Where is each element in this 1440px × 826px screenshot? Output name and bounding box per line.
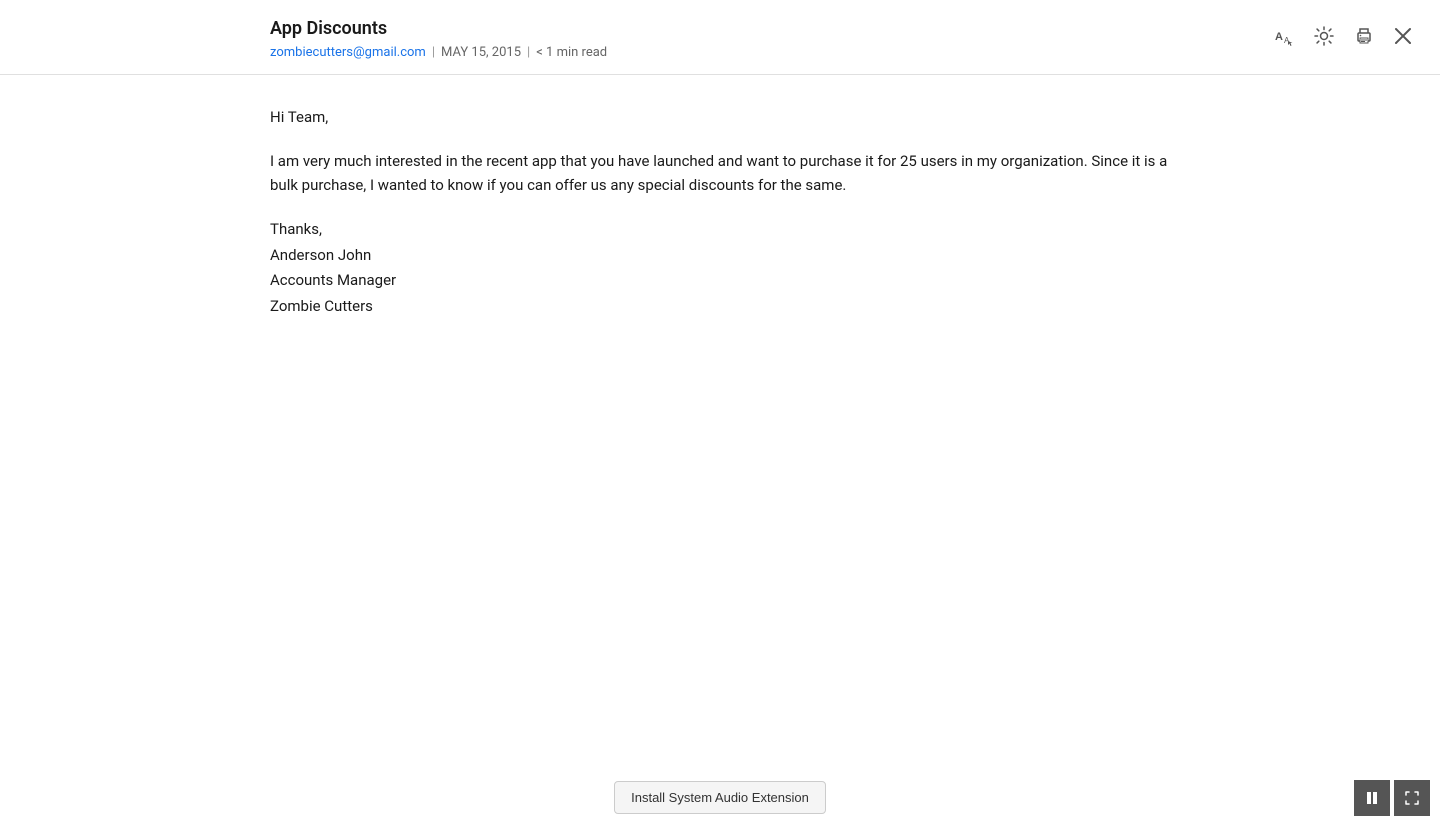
- signature-title: Accounts Manager: [270, 268, 1170, 294]
- email-viewer: App Discounts zombiecutters@gmail.com | …: [0, 0, 1440, 826]
- signature-name: Anderson John: [270, 243, 1170, 269]
- brightness-button[interactable]: [1310, 22, 1338, 50]
- signature-company: Zombie Cutters: [270, 294, 1170, 320]
- install-system-audio-button[interactable]: Install System Audio Extension: [614, 781, 826, 814]
- pause-icon: [1364, 790, 1380, 806]
- print-button[interactable]: [1350, 22, 1378, 50]
- read-time: < 1 min read: [536, 45, 607, 60]
- email-paragraph1: I am very much interested in the recent …: [270, 149, 1170, 197]
- meta-separator2: |: [527, 45, 530, 60]
- email-meta: zombiecutters@gmail.com | MAY 15, 2015 |…: [270, 45, 607, 60]
- email-date: MAY 15, 2015: [441, 45, 521, 60]
- fullscreen-button[interactable]: [1394, 780, 1430, 816]
- email-signature: Thanks, Anderson John Accounts Manager Z…: [270, 217, 1170, 319]
- email-header: App Discounts zombiecutters@gmail.com | …: [0, 0, 1440, 75]
- print-icon: [1354, 26, 1374, 46]
- fullscreen-icon: [1404, 790, 1420, 806]
- close-icon: [1394, 27, 1412, 45]
- signature-thanks: Thanks,: [270, 217, 1170, 243]
- email-subject: App Discounts: [270, 18, 607, 39]
- text-size-button[interactable]: A A: [1270, 22, 1298, 50]
- email-body: Hi Team, I am very much interested in th…: [0, 75, 1440, 826]
- sender-email-link[interactable]: zombiecutters@gmail.com: [270, 45, 426, 60]
- bottom-right-controls: [1354, 780, 1430, 816]
- text-size-icon: A A: [1274, 26, 1294, 46]
- meta-separator: |: [432, 45, 435, 60]
- email-header-left: App Discounts zombiecutters@gmail.com | …: [270, 18, 607, 60]
- email-header-actions: A A: [1270, 18, 1416, 50]
- email-greeting: Hi Team,: [270, 105, 1170, 129]
- pause-button[interactable]: [1354, 780, 1390, 816]
- svg-text:A: A: [1275, 31, 1283, 43]
- brightness-icon: [1314, 26, 1334, 46]
- close-button[interactable]: [1390, 23, 1416, 49]
